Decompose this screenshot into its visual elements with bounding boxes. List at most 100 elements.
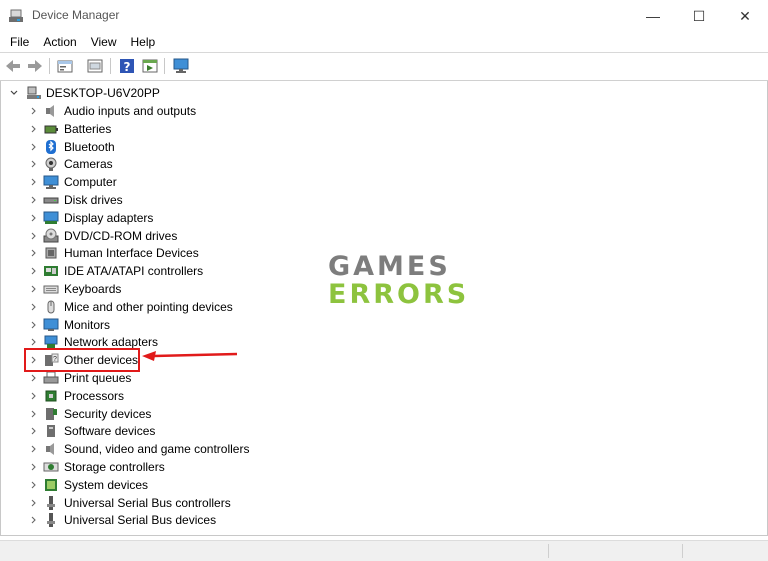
menu-help[interactable]: Help xyxy=(124,32,163,52)
tree-item[interactable]: DVD/CD-ROM drives xyxy=(1,227,321,245)
tree-item-label: Software devices xyxy=(64,424,156,439)
maximize-icon: ☐ xyxy=(692,7,706,24)
chevron-right-icon[interactable] xyxy=(30,249,38,257)
tree-item[interactable]: Universal Serial Bus devices xyxy=(1,511,321,529)
toolbar-divider xyxy=(164,58,165,74)
tree-item-label: Disk drives xyxy=(64,193,123,207)
chevron-right-icon[interactable] xyxy=(30,303,38,311)
tree-item-label: Monitors xyxy=(64,317,111,332)
tree-item[interactable]: Disk drives xyxy=(1,191,321,209)
tree-item-label: IDE ATA/ATAPI controllers xyxy=(64,264,204,279)
menu-view[interactable]: View xyxy=(84,32,124,52)
software-device-icon xyxy=(47,425,55,438)
monitor-icon xyxy=(43,318,59,331)
usb-controller-icon xyxy=(47,495,55,510)
window-title: Device Manager xyxy=(32,8,120,22)
watermark-line2: ERRORS xyxy=(328,279,470,310)
tree-item[interactable]: Mice and other pointing devices xyxy=(1,298,321,316)
dvd-drive-icon xyxy=(43,228,59,243)
minimize-button[interactable]: — xyxy=(630,0,676,32)
toolbar-divider xyxy=(110,58,111,74)
chevron-right-icon[interactable] xyxy=(30,125,38,133)
help-icon[interactable]: ? xyxy=(118,57,136,75)
tree-item[interactable]: Audio inputs and outputs xyxy=(1,102,321,120)
chevron-right-icon[interactable] xyxy=(30,374,38,382)
menu-action[interactable]: Action xyxy=(36,32,83,52)
chevron-right-icon[interactable] xyxy=(30,499,38,507)
tree-item[interactable]: Display adapters xyxy=(1,209,321,227)
maximize-button[interactable]: ☐ xyxy=(676,0,722,32)
status-bar xyxy=(0,540,768,561)
disk-drive-icon xyxy=(43,197,59,204)
tree-item[interactable]: Bluetooth xyxy=(1,138,321,156)
tree-item[interactable]: Batteries xyxy=(1,120,321,138)
tree-item[interactable]: Universal Serial Bus controllers xyxy=(1,494,321,512)
chevron-right-icon[interactable] xyxy=(30,214,38,222)
usb-device-icon xyxy=(47,513,55,528)
sound-controller-icon xyxy=(46,443,54,456)
properties-icon[interactable] xyxy=(56,57,74,75)
chevron-right-icon[interactable] xyxy=(30,196,38,204)
chevron-right-icon[interactable] xyxy=(30,160,38,168)
forward-icon[interactable] xyxy=(26,57,44,75)
keyboard-icon xyxy=(43,285,59,294)
chevron-right-icon[interactable] xyxy=(30,392,38,400)
watermark-line1: GAMES xyxy=(328,251,451,282)
tree-item[interactable]: Software devices xyxy=(1,422,321,440)
tree-item[interactable]: Human Interface Devices xyxy=(1,244,321,262)
tree-item-label: Batteries xyxy=(64,121,112,136)
tree-item[interactable]: System devices xyxy=(1,476,321,494)
minimize-icon: — xyxy=(646,8,660,24)
tree-item-label: Audio inputs and outputs xyxy=(64,104,197,118)
close-button[interactable]: ✕ xyxy=(722,0,768,32)
chevron-right-icon[interactable] xyxy=(30,516,38,524)
camera-icon xyxy=(45,157,57,172)
chevron-right-icon[interactable] xyxy=(30,338,38,346)
chevron-right-icon[interactable] xyxy=(30,481,38,489)
toolbar-divider xyxy=(49,58,50,74)
tree-item-label: DVD/CD-ROM drives xyxy=(64,228,178,243)
tree-item-label: System devices xyxy=(64,477,149,492)
status-divider xyxy=(548,544,549,558)
chevron-right-icon[interactable] xyxy=(30,232,38,240)
tree-item[interactable]: Processors xyxy=(1,387,321,405)
chevron-right-icon[interactable] xyxy=(30,285,38,293)
printer-icon xyxy=(43,371,59,384)
chevron-right-icon[interactable] xyxy=(30,427,38,435)
scan-hardware-icon[interactable] xyxy=(172,57,190,75)
tree-item[interactable]: Cameras xyxy=(1,155,321,173)
update-driver-icon[interactable] xyxy=(86,57,104,75)
battery-icon xyxy=(44,125,58,134)
tree-item[interactable]: Sound, video and game controllers xyxy=(1,440,321,458)
chevron-right-icon[interactable] xyxy=(30,445,38,453)
chevron-down-icon[interactable] xyxy=(10,89,18,97)
chevron-right-icon[interactable] xyxy=(30,143,38,151)
chevron-right-icon[interactable] xyxy=(30,178,38,186)
tree-item[interactable]: Security devices xyxy=(1,405,321,423)
tree-item[interactable]: Monitors xyxy=(1,316,321,334)
tree-item-label: Universal Serial Bus devices xyxy=(64,513,217,528)
tree-item-label: Display adapters xyxy=(64,210,154,225)
bluetooth-icon xyxy=(46,139,56,154)
tree-item-label: Cameras xyxy=(64,157,113,172)
chevron-right-icon[interactable] xyxy=(30,463,38,471)
tree-root[interactable]: DESKTOP-U6V20PP xyxy=(1,84,301,102)
back-icon[interactable] xyxy=(4,57,22,75)
tree-item-label: Storage controllers xyxy=(64,460,165,474)
chevron-right-icon[interactable] xyxy=(30,107,38,115)
chevron-right-icon[interactable] xyxy=(30,410,38,418)
tree-item[interactable]: IDE ATA/ATAPI controllers xyxy=(1,262,321,280)
chevron-right-icon[interactable] xyxy=(30,267,38,275)
tree-item-label: Computer xyxy=(64,175,117,190)
chevron-right-icon[interactable] xyxy=(30,321,38,329)
tree-item-label: Keyboards xyxy=(64,282,122,296)
menu-bar: File Action View Help xyxy=(0,32,768,52)
speaker-icon xyxy=(46,105,54,117)
computer-icon xyxy=(43,175,59,190)
menu-file[interactable]: File xyxy=(3,32,36,52)
tree-item[interactable]: Storage controllers xyxy=(1,458,321,476)
tree-item[interactable]: Computer xyxy=(1,173,321,191)
status-divider xyxy=(682,544,683,558)
tree-item[interactable]: Keyboards xyxy=(1,280,321,298)
run-icon[interactable] xyxy=(141,57,159,75)
